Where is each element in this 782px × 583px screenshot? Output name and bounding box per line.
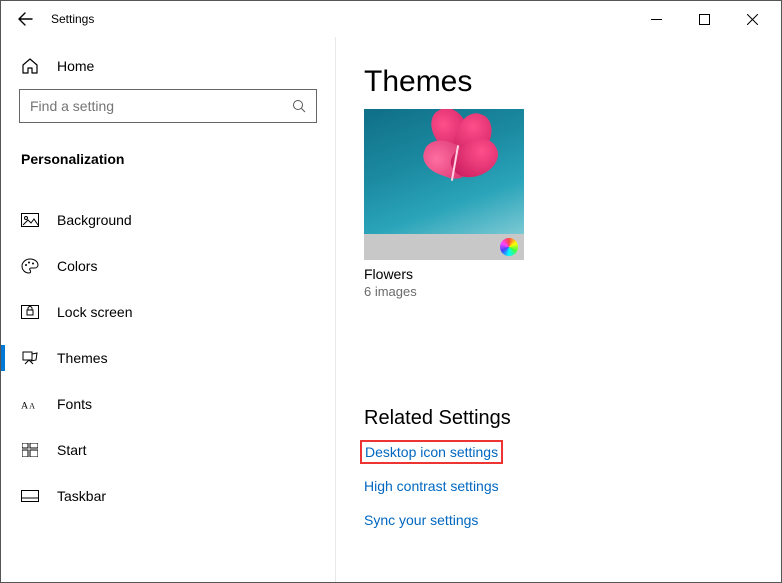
sidebar-item-label: Taskbar xyxy=(57,488,106,504)
maximize-button[interactable] xyxy=(681,3,727,35)
search-input[interactable] xyxy=(30,98,292,114)
minimize-icon xyxy=(651,14,662,25)
themes-icon xyxy=(21,350,39,366)
link-sync-your-settings[interactable]: Sync your settings xyxy=(364,512,478,528)
svg-text:A: A xyxy=(21,401,29,412)
picture-icon xyxy=(21,213,39,227)
sidebar-item-label: Colors xyxy=(57,258,97,274)
sidebar-item-start[interactable]: Start xyxy=(19,427,317,473)
sidebar: Home Personalization Background Colors xyxy=(1,37,336,582)
section-label: Personalization xyxy=(19,151,317,167)
nav-list: Background Colors Lock screen Themes xyxy=(19,197,317,519)
sidebar-item-fonts[interactable]: AA Fonts xyxy=(19,381,317,427)
link-desktop-icon-settings[interactable]: Desktop icon settings xyxy=(364,444,499,460)
sidebar-item-themes[interactable]: Themes xyxy=(19,335,317,381)
nav-home[interactable]: Home xyxy=(19,49,317,89)
sidebar-item-colors[interactable]: Colors xyxy=(19,243,317,289)
theme-card[interactable]: Flowers 6 images xyxy=(364,109,524,299)
nav-home-label: Home xyxy=(57,58,94,74)
search-box[interactable] xyxy=(19,89,317,123)
palette-icon xyxy=(21,258,39,274)
home-icon xyxy=(21,57,39,75)
back-button[interactable] xyxy=(7,1,43,37)
theme-subtitle: 6 images xyxy=(364,284,524,299)
sidebar-item-label: Themes xyxy=(57,350,108,366)
search-icon xyxy=(292,99,306,113)
sidebar-item-label: Fonts xyxy=(57,396,92,412)
window-controls xyxy=(633,3,775,35)
sidebar-item-label: Background xyxy=(57,212,132,228)
theme-thumbnail xyxy=(364,109,524,234)
close-icon xyxy=(747,14,758,25)
link-high-contrast-settings[interactable]: High contrast settings xyxy=(364,478,499,494)
start-icon xyxy=(21,443,39,457)
sidebar-item-taskbar[interactable]: Taskbar xyxy=(19,473,317,519)
sidebar-item-label: Lock screen xyxy=(57,304,132,320)
theme-name: Flowers xyxy=(364,266,524,282)
maximize-icon xyxy=(699,14,710,25)
sidebar-item-lockscreen[interactable]: Lock screen xyxy=(19,289,317,335)
fonts-icon: AA xyxy=(21,397,39,411)
sidebar-item-label: Start xyxy=(57,442,87,458)
close-button[interactable] xyxy=(729,3,775,35)
taskbar-icon xyxy=(21,490,39,502)
app-title: Settings xyxy=(51,12,94,26)
lockscreen-icon xyxy=(21,305,39,319)
sidebar-item-background[interactable]: Background xyxy=(19,197,317,243)
theme-colorbar xyxy=(364,234,524,260)
page-title: Themes xyxy=(364,65,781,99)
main-content: Themes Flowers 6 images Related Settings… xyxy=(336,37,781,582)
arrow-left-icon xyxy=(17,11,33,27)
colorwheel-icon xyxy=(500,238,518,256)
titlebar: Settings xyxy=(1,1,781,37)
minimize-button[interactable] xyxy=(633,3,679,35)
svg-text:A: A xyxy=(29,402,35,411)
related-settings-title: Related Settings xyxy=(364,407,781,430)
